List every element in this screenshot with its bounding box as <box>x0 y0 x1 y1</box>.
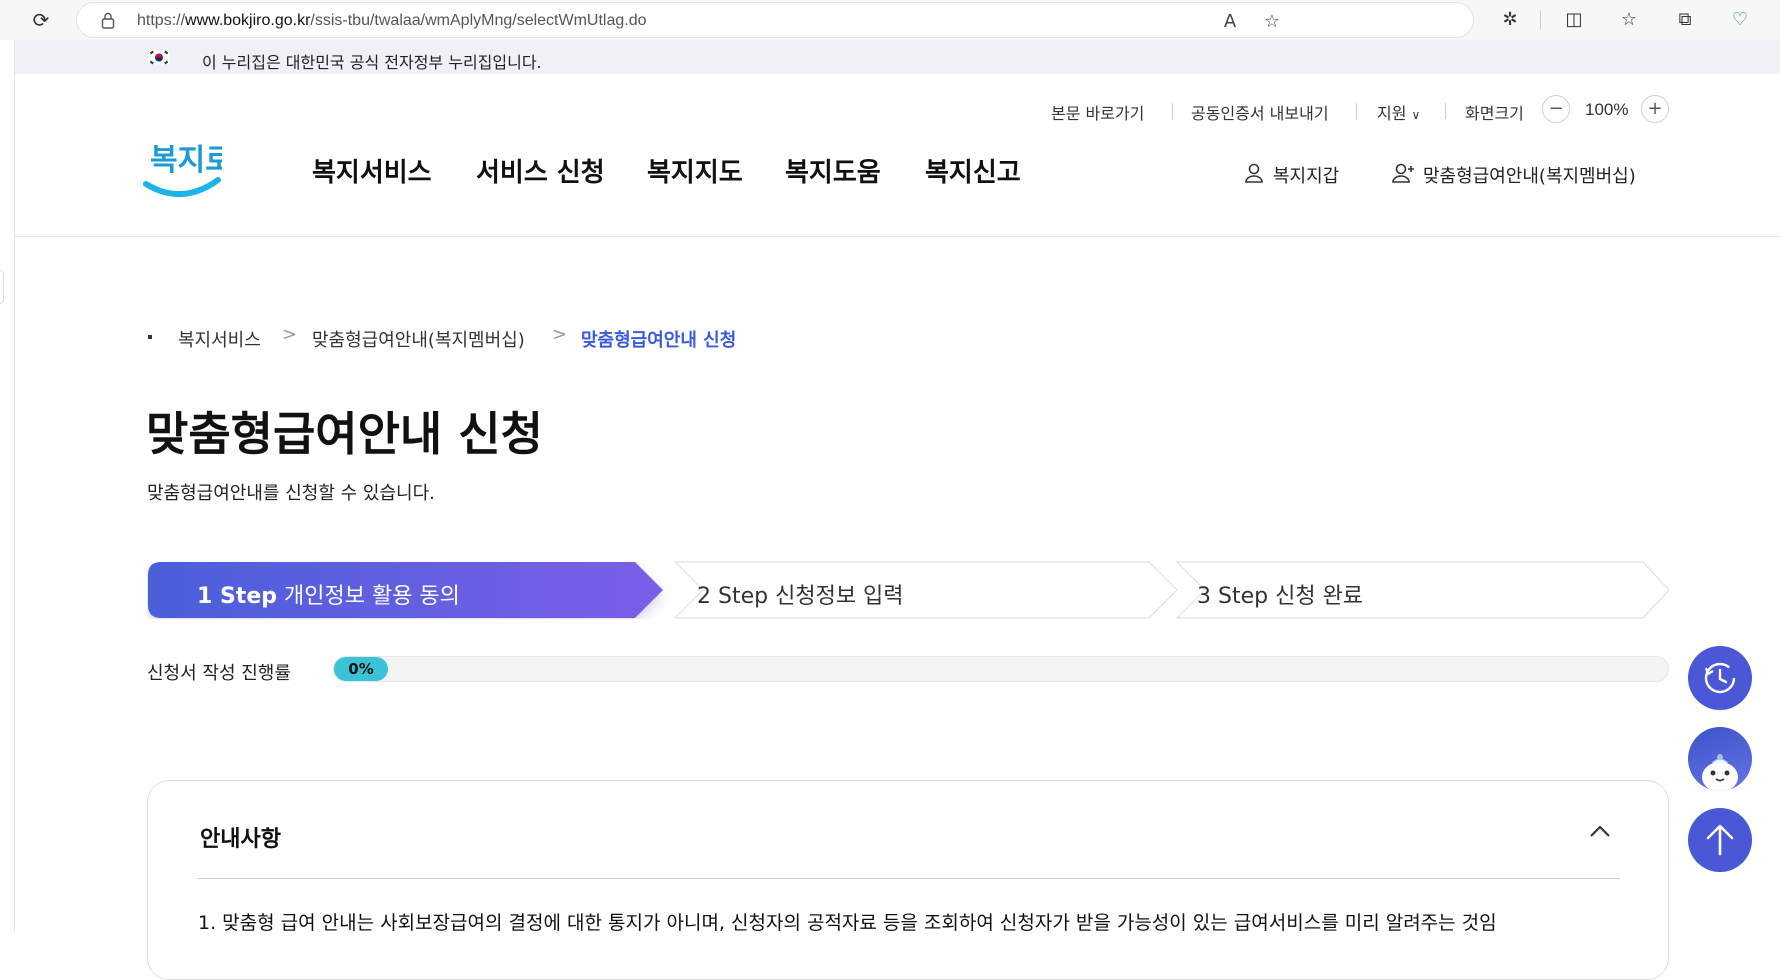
step-indicator: 1 Step 개인정보 활용 동의 2 Step 신청정보 입력 3 Step … <box>147 561 1669 619</box>
split-screen-icon[interactable]: ◫ <box>1561 8 1587 32</box>
read-aloud-icon[interactable]: A <box>1219 11 1241 32</box>
gnb-service-apply[interactable]: 서비스 신청 <box>476 152 605 189</box>
gov-banner-text: 이 누리집은 대한민국 공식 전자정부 누리집입니다. <box>202 53 542 72</box>
notice-divider <box>198 878 1620 879</box>
step-1-label: 개인정보 활용 동의 <box>284 584 460 609</box>
lock-icon[interactable] <box>101 12 115 29</box>
step-3-label: 신청 완료 <box>1275 584 1364 609</box>
collections-icon[interactable]: ⧉ <box>1672 8 1698 32</box>
person-add-icon <box>1392 163 1414 183</box>
step-2: 2 Step 신청정보 입력 <box>697 578 904 610</box>
person-icon <box>1245 163 1263 183</box>
notice-item: 1. 맞춤형 급여 안내는 사회보장급여의 결정에 대한 통지가 아니며, 신청… <box>198 912 1497 934</box>
zoom-value: 100% <box>1585 100 1629 119</box>
gov-banner: 이 누리집은 대한민국 공식 전자정부 누리집입니다. <box>15 40 1780 74</box>
chevron-right-icon: > <box>282 324 298 345</box>
notice-title: 안내사항 <box>200 827 281 852</box>
page-title: 맞춤형급여안내 신청 <box>146 407 543 461</box>
step-2-number: 2 Step <box>697 584 769 609</box>
step-1: 1 Step 개인정보 활용 동의 <box>197 578 460 610</box>
chevron-up-icon[interactable] <box>1588 823 1612 839</box>
page-left-border <box>14 40 15 932</box>
notice-card: 안내사항 1. 맞춤형 급여 안내는 사회보장급여의 결정에 대한 통지가 아니… <box>147 780 1669 980</box>
home-bullet-icon <box>148 335 152 339</box>
gnb-welfare-map[interactable]: 복지지도 <box>647 152 743 189</box>
progress-label: 신청서 작성 진행률 <box>147 663 291 684</box>
zoom-out-button[interactable]: − <box>1542 95 1570 123</box>
puzzle-icon[interactable]: ✲ <box>1497 8 1523 32</box>
history-icon <box>1704 662 1736 694</box>
cert-export-link[interactable]: 공동인증서 내보내기 <box>1191 100 1329 124</box>
reload-icon[interactable]: ⟳ <box>28 7 54 33</box>
step-3: 3 Step 신청 완료 <box>1197 578 1363 610</box>
breadcrumb-item[interactable]: 복지서비스 <box>178 326 261 352</box>
arrow-up-icon <box>1706 824 1734 856</box>
progress-fill: 0% <box>334 657 388 681</box>
breadcrumb-current: 맞춤형급여안내 신청 <box>581 330 737 351</box>
url-text[interactable]: https://www.bokjiro.go.kr/ssis-tbu/twala… <box>137 12 647 30</box>
util-divider <box>1172 103 1173 119</box>
logo-text: 복지로 <box>150 143 222 178</box>
favorites-icon[interactable]: ☆ <box>1616 8 1642 32</box>
chatbot-button[interactable] <box>1688 727 1752 791</box>
address-bar[interactable]: https://www.bokjiro.go.kr/ssis-tbu/twala… <box>76 2 1474 38</box>
welfare-wallet-link[interactable]: 복지지갑 <box>1273 162 1339 188</box>
step-1-number: 1 Step <box>197 584 277 609</box>
support-menu[interactable]: 지원 ∨ <box>1377 100 1420 124</box>
skip-to-content-link[interactable]: 본문 바로가기 <box>1051 100 1144 124</box>
gnb-welfare-report[interactable]: 복지신고 <box>925 152 1021 189</box>
page-description: 맞춤형급여안내를 신청할 수 있습니다. <box>147 483 435 504</box>
chevron-down-icon: ∨ <box>1411 108 1421 122</box>
header-divider <box>15 236 1780 237</box>
util-divider <box>1445 103 1446 119</box>
korea-flag-icon <box>148 50 170 65</box>
step-3-number: 3 Step <box>1197 584 1269 609</box>
side-handle[interactable] <box>0 270 4 304</box>
browser-toolbar: ⟳ https://www.bokjiro.go.kr/ssis-tbu/twa… <box>0 0 1780 40</box>
progress-bar: 0% <box>333 656 1669 682</box>
gnb-welfare-service[interactable]: 복지서비스 <box>312 152 432 189</box>
zoom-label: 화면크기 <box>1465 104 1524 123</box>
star-icon[interactable]: ☆ <box>1261 11 1283 32</box>
bokjiro-logo[interactable]: 복지로 <box>142 134 222 200</box>
breadcrumb-item[interactable]: 맞춤형급여안내(복지멤버십) <box>312 326 525 352</box>
history-button[interactable] <box>1688 646 1752 710</box>
util-divider <box>1356 103 1357 119</box>
chatbot-icon <box>1702 754 1738 791</box>
step-2-label: 신청정보 입력 <box>775 584 904 609</box>
heart-icon[interactable]: ♡ <box>1727 8 1753 32</box>
zoom-in-button[interactable]: + <box>1641 95 1669 123</box>
chevron-right-icon: > <box>552 324 568 345</box>
toolbar-divider <box>1540 10 1541 30</box>
scroll-top-button[interactable] <box>1688 808 1752 872</box>
gnb-welfare-help[interactable]: 복지도움 <box>785 152 881 189</box>
support-label: 지원 <box>1377 104 1407 123</box>
membership-link[interactable]: 맞춤형급여안내(복지멤버십) <box>1423 162 1636 188</box>
